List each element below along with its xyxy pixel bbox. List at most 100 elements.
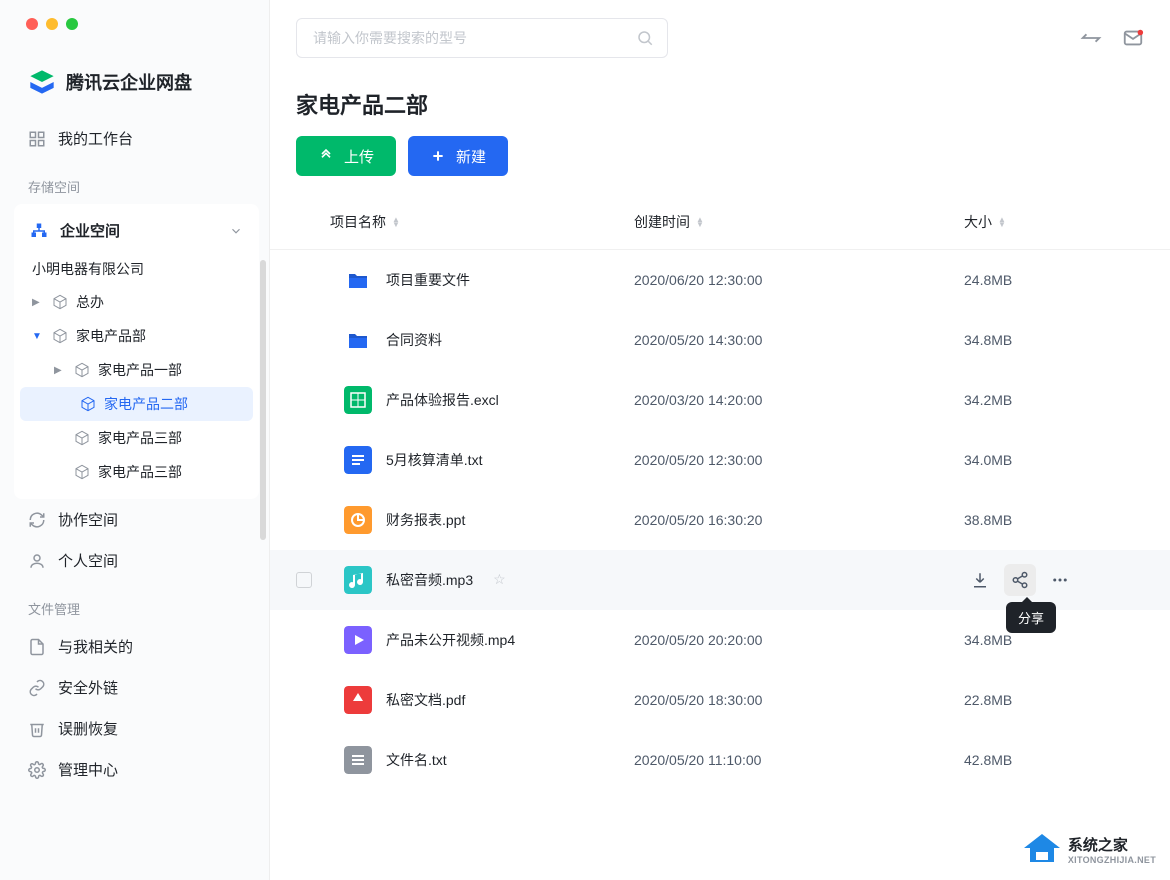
section-storage-label: 存储空间 [0, 159, 269, 204]
col-name[interactable]: 项目名称▲▼ [296, 212, 634, 232]
file-name: 合同资料 [386, 330, 442, 350]
tree-item-dept3[interactable]: 家电产品三部 [14, 421, 259, 455]
tree-item-dept[interactable]: ▼ 家电产品部 [14, 319, 259, 353]
cube-icon [74, 464, 90, 480]
download-button[interactable] [964, 564, 996, 596]
nav-safe-link[interactable]: 安全外链 [0, 667, 269, 708]
refresh-icon [28, 511, 46, 529]
tree-item-label: 家电产品三部 [98, 462, 182, 482]
cube-icon [74, 430, 90, 446]
create-button[interactable]: 新建 [408, 136, 508, 176]
sidebar: 腾讯云企业网盘 我的工作台 存储空间 企业空间 小明电器有限公司 ▶ 总办 ▼ … [0, 0, 270, 880]
watermark-cn: 系统之家 [1068, 834, 1156, 855]
table-row[interactable]: 私密文档.pdf 2020/05/20 18:30:00 22.8MB [270, 670, 1170, 730]
tree-item-label: 家电产品部 [76, 326, 146, 346]
action-bar: 上传 新建 [270, 136, 1170, 194]
tree-item-dept3b[interactable]: 家电产品三部 [14, 455, 259, 489]
table-row[interactable]: 产品体验报告.excl 2020/03/20 14:20:00 34.2MB [270, 370, 1170, 430]
col-size[interactable]: 大小▲▼ [964, 212, 1144, 232]
row-checkbox[interactable] [296, 572, 312, 588]
nav-personal-space[interactable]: 个人空间 [0, 540, 269, 581]
nav-trash-recover[interactable]: 误删恢复 [0, 708, 269, 749]
file-date: 2020/05/20 18:30:00 [634, 692, 964, 708]
brand: 腾讯云企业网盘 [0, 50, 269, 118]
chevron-down-icon [229, 224, 243, 238]
file-name-cell: 文件名.txt [344, 746, 634, 774]
upload-label: 上传 [344, 146, 374, 167]
file-name: 产品体验报告.excl [386, 390, 499, 410]
file-size: 42.8MB [964, 752, 1144, 768]
file-date: 2020/05/20 14:30:00 [634, 332, 964, 348]
file-size: 34.8MB [964, 632, 1144, 648]
tree-item-label: 家电产品一部 [98, 360, 182, 380]
more-button[interactable] [1044, 564, 1076, 596]
enterprise-space-header[interactable]: 企业空间 [14, 210, 259, 251]
table-row[interactable]: 私密音频.mp3 ☆ 分享 [270, 550, 1170, 610]
share-button[interactable]: 分享 [1004, 564, 1036, 596]
row-actions: 分享 [964, 564, 1144, 596]
star-icon[interactable]: ☆ [493, 571, 506, 588]
tree-item-zongban[interactable]: ▶ 总办 [14, 285, 259, 319]
file-name: 项目重要文件 [386, 270, 470, 290]
minimize-window-button[interactable] [46, 18, 58, 30]
sort-icon: ▲▼ [998, 217, 1006, 227]
table-row[interactable]: 产品未公开视频.mp4 2020/05/20 20:20:00 34.8MB [270, 610, 1170, 670]
sort-icon: ▲▼ [392, 217, 400, 227]
house-icon [1022, 832, 1062, 866]
upload-icon [318, 148, 334, 164]
link-icon [28, 679, 46, 697]
search-input[interactable] [296, 18, 668, 58]
trash-icon [28, 720, 46, 738]
nav-collab-label: 协作空间 [58, 509, 118, 530]
mail-icon[interactable] [1122, 27, 1144, 49]
file-name-cell: 项目重要文件 [344, 266, 634, 294]
section-file-mgmt-label: 文件管理 [0, 581, 269, 626]
enterprise-tree: 企业空间 小明电器有限公司 ▶ 总办 ▼ 家电产品部 ▶ 家电产品一部 家电产品… [14, 204, 259, 499]
nav-collab-space[interactable]: 协作空间 [0, 499, 269, 540]
cube-icon [80, 396, 96, 412]
table-row[interactable]: 财务报表.ppt 2020/05/20 16:30:20 38.8MB [270, 490, 1170, 550]
nav-admin-label: 管理中心 [58, 759, 118, 780]
table-row[interactable]: 5月核算清单.txt 2020/05/20 12:30:00 34.0MB [270, 430, 1170, 490]
main-panel: 家电产品二部 上传 新建 项目名称▲▼ 创建时间▲▼ 大小▲▼ 项目重要文件 2… [270, 0, 1170, 880]
file-name: 文件名.txt [386, 750, 447, 770]
file-name-cell: 5月核算清单.txt [344, 446, 634, 474]
nav-related[interactable]: 与我相关的 [0, 626, 269, 667]
close-window-button[interactable] [26, 18, 38, 30]
sidebar-scrollbar[interactable] [260, 260, 266, 540]
nav-admin[interactable]: 管理中心 [0, 749, 269, 790]
maximize-window-button[interactable] [66, 18, 78, 30]
brand-logo-icon [28, 68, 56, 96]
tree-item-dept2[interactable]: 家电产品二部 [20, 387, 253, 421]
file-name: 私密文档.pdf [386, 690, 465, 710]
file-table: 项目名称▲▼ 创建时间▲▼ 大小▲▼ 项目重要文件 2020/06/20 12:… [270, 194, 1170, 880]
file-date: 2020/05/20 12:30:00 [634, 452, 964, 468]
transfer-icon[interactable] [1080, 27, 1102, 49]
file-size: 34.0MB [964, 452, 1144, 468]
file-name: 私密音频.mp3 [386, 570, 473, 590]
gear-icon [28, 761, 46, 779]
sort-icon: ▲▼ [696, 217, 704, 227]
file-date: 2020/05/20 20:20:00 [634, 632, 964, 648]
col-date[interactable]: 创建时间▲▼ [634, 212, 964, 232]
file-size: 38.8MB [964, 512, 1144, 528]
caret-right-icon: ▶ [54, 365, 66, 376]
enterprise-space-label: 企业空间 [60, 220, 120, 241]
table-row[interactable]: 项目重要文件 2020/06/20 12:30:00 24.8MB [270, 250, 1170, 310]
upload-button[interactable]: 上传 [296, 136, 396, 176]
caret-right-icon: ▶ [32, 297, 44, 308]
nav-workbench[interactable]: 我的工作台 [0, 118, 269, 159]
grid-icon [28, 130, 46, 148]
company-name: 小明电器有限公司 [14, 251, 259, 285]
table-header: 项目名称▲▼ 创建时间▲▼ 大小▲▼ [270, 194, 1170, 250]
search-box [296, 18, 668, 58]
watermark-en: XITONGZHIJIA.NET [1068, 855, 1156, 865]
file-date: 2020/05/20 16:30:20 [634, 512, 964, 528]
cube-icon [74, 362, 90, 378]
file-name-cell: 产品体验报告.excl [344, 386, 634, 414]
file-name-cell: 财务报表.ppt [344, 506, 634, 534]
tree-item-dept1[interactable]: ▶ 家电产品一部 [14, 353, 259, 387]
top-icons [1080, 27, 1144, 49]
table-row[interactable]: 文件名.txt 2020/05/20 11:10:00 42.8MB [270, 730, 1170, 790]
table-row[interactable]: 合同资料 2020/05/20 14:30:00 34.8MB [270, 310, 1170, 370]
